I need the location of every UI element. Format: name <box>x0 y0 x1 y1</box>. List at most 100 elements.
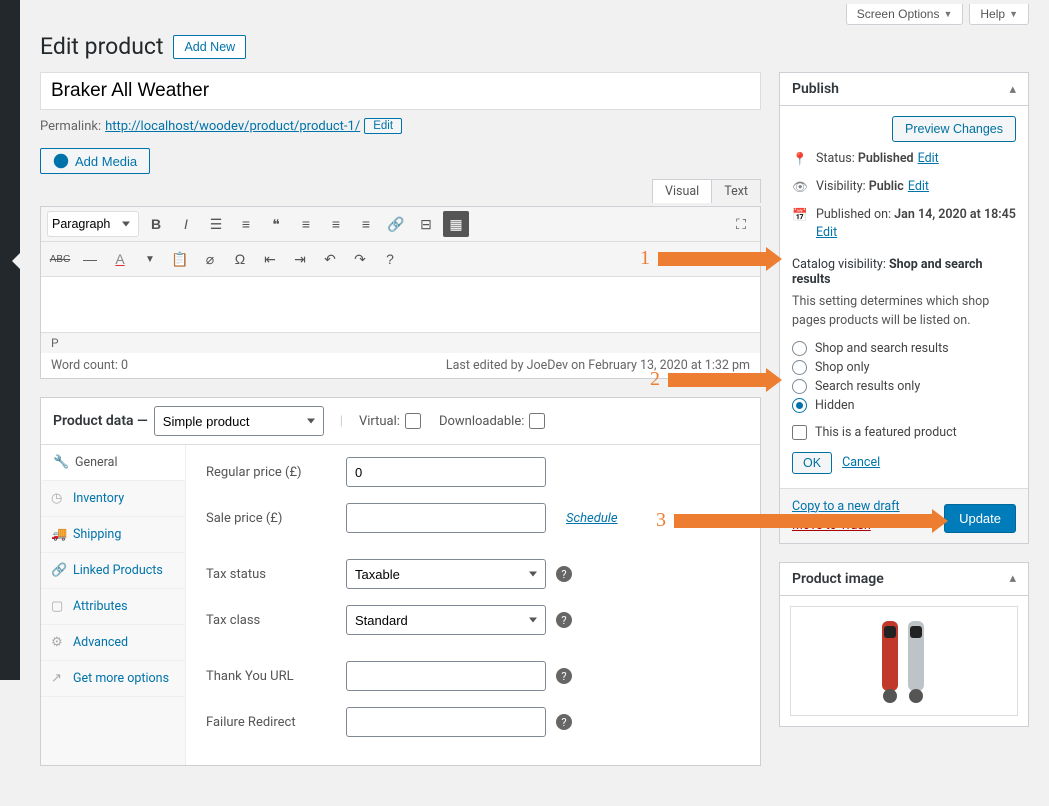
tax-status-select[interactable]: Taxable <box>346 559 546 589</box>
screen-options-button[interactable]: Screen Options ▼ <box>846 4 964 25</box>
tab-advanced[interactable]: ⚙Advanced <box>41 625 185 661</box>
permalink-link[interactable]: http://localhost/woodev/product/product-… <box>105 119 360 134</box>
sale-price-label: Sale price (£) <box>206 511 336 526</box>
permalink-label: Permalink: <box>40 119 101 134</box>
quote-icon[interactable]: ❝ <box>263 211 289 237</box>
product-data-heading: Product data — <box>53 413 148 429</box>
bold-icon[interactable]: B <box>143 211 169 237</box>
word-count: Word count: 0 <box>51 358 128 373</box>
edit-status-link[interactable]: Edit <box>918 151 939 166</box>
link-icon: 🔗 <box>51 563 65 578</box>
share-icon: ↗ <box>51 671 65 686</box>
cv-option-hidden[interactable]: Hidden <box>792 398 1016 413</box>
paste-icon[interactable]: 📋 <box>167 246 193 272</box>
downloadable-checkbox[interactable] <box>529 413 545 429</box>
toolbar-toggle-icon[interactable]: ▦ <box>443 211 469 237</box>
virtual-checkbox[interactable] <box>405 413 421 429</box>
align-right-icon[interactable]: ≡ <box>353 211 379 237</box>
help-icon[interactable]: ? <box>556 668 572 684</box>
ol-icon[interactable]: ≡ <box>233 211 259 237</box>
tab-general[interactable]: 🔧General <box>41 445 185 481</box>
undo-icon[interactable]: ↶ <box>317 246 343 272</box>
schedule-link[interactable]: Schedule <box>566 511 618 526</box>
outdent-icon[interactable]: ⇤ <box>257 246 283 272</box>
chevron-down-icon: ▼ <box>1009 9 1018 19</box>
gear-icon: ⚙ <box>51 635 65 650</box>
chevron-down-icon: ▼ <box>943 9 952 19</box>
italic-icon[interactable]: I <box>173 211 199 237</box>
tab-get-more[interactable]: ↗Get more options <box>41 661 185 697</box>
last-edited: Last edited by JoeDev on February 13, 20… <box>446 358 750 373</box>
page-title: Edit product <box>40 33 163 60</box>
tax-status-label: Tax status <box>206 567 336 582</box>
toggle-panel-icon[interactable]: ▴ <box>1009 571 1016 586</box>
link-icon[interactable]: 🔗 <box>383 211 409 237</box>
media-icon <box>53 153 69 169</box>
featured-checkbox-row[interactable]: This is a featured product <box>792 425 1016 440</box>
fullscreen-icon[interactable]: ⛶ <box>728 211 754 237</box>
editor-status-path: P <box>41 332 760 353</box>
ul-icon[interactable]: ☰ <box>203 211 229 237</box>
calendar-icon: 📅 <box>792 207 808 226</box>
catalog-cancel-link[interactable]: Cancel <box>842 455 880 470</box>
special-char-icon[interactable]: Ω <box>227 246 253 272</box>
hr-icon[interactable]: — <box>77 246 103 272</box>
toggle-panel-icon[interactable]: ▴ <box>1009 82 1016 97</box>
permalink-edit-button[interactable]: Edit <box>364 118 402 134</box>
paragraph-select[interactable]: Paragraph <box>47 211 139 237</box>
align-center-icon[interactable]: ≡ <box>323 211 349 237</box>
help-icon[interactable]: ? <box>556 566 572 582</box>
help-icon[interactable]: ? <box>556 612 572 628</box>
product-image-heading: Product image <box>792 571 884 587</box>
tab-attributes[interactable]: ▢Attributes <box>41 589 185 625</box>
editor-tab-text[interactable]: Text <box>711 179 761 203</box>
add-new-button[interactable]: Add New <box>173 35 246 59</box>
failure-redirect-input[interactable] <box>346 707 546 737</box>
tab-shipping[interactable]: 🚚Shipping <box>41 517 185 553</box>
product-image-thumbnail[interactable] <box>790 606 1018 716</box>
preview-changes-button[interactable]: Preview Changes <box>892 116 1016 142</box>
product-type-select[interactable]: Simple product <box>154 406 324 436</box>
redo-icon[interactable]: ↷ <box>347 246 373 272</box>
textcolor-icon[interactable]: A <box>107 246 133 272</box>
catalog-ok-button[interactable]: OK <box>792 452 832 474</box>
product-title-input[interactable] <box>40 72 761 110</box>
help-icon[interactable]: ? <box>556 714 572 730</box>
editor-content[interactable] <box>41 277 760 332</box>
tab-linked-products[interactable]: 🔗Linked Products <box>41 553 185 589</box>
copy-to-draft-link[interactable]: Copy to a new draft <box>792 499 900 514</box>
thankyou-input[interactable] <box>346 661 546 691</box>
textcolor-dropdown-icon[interactable]: ▼ <box>137 246 163 272</box>
help-button[interactable]: Help ▼ <box>969 4 1029 25</box>
pin-icon: 📍 <box>792 151 808 170</box>
update-button[interactable]: Update <box>944 504 1016 533</box>
readmore-icon[interactable]: ⊟ <box>413 211 439 237</box>
cv-option-search-only[interactable]: Search results only <box>792 379 1016 394</box>
move-to-trash-link[interactable]: Move to Trash <box>792 518 900 533</box>
add-media-button[interactable]: Add Media <box>40 148 150 174</box>
tax-class-label: Tax class <box>206 613 336 628</box>
edit-visibility-link[interactable]: Edit <box>908 179 929 194</box>
virtual-label: Virtual: <box>359 414 400 429</box>
edit-published-link[interactable]: Edit <box>816 225 837 240</box>
regular-price-input[interactable] <box>346 457 546 487</box>
cv-option-shop-only[interactable]: Shop only <box>792 360 1016 375</box>
downloadable-label: Downloadable: <box>439 414 524 429</box>
align-left-icon[interactable]: ≡ <box>293 211 319 237</box>
clear-icon[interactable]: ⌀ <box>197 246 223 272</box>
cv-option-shop-search[interactable]: Shop and search results <box>792 341 1016 356</box>
strikethrough-icon[interactable]: ABC <box>47 246 73 272</box>
help-icon[interactable]: ? <box>377 246 403 272</box>
tax-class-select[interactable]: Standard <box>346 605 546 635</box>
featured-checkbox[interactable] <box>792 425 807 440</box>
tab-inventory[interactable]: ◷Inventory <box>41 481 185 517</box>
wrench-icon: 🔧 <box>53 455 67 470</box>
eye-icon: 👁 <box>792 179 808 198</box>
editor-tab-visual[interactable]: Visual <box>652 179 712 203</box>
thankyou-label: Thank You URL <box>206 669 336 684</box>
indent-icon[interactable]: ⇥ <box>287 246 313 272</box>
sale-price-input[interactable] <box>346 503 546 533</box>
publish-heading: Publish <box>792 81 839 97</box>
catalog-visibility-desc: This setting determines which shop pages… <box>792 293 1016 331</box>
truck-icon: 🚚 <box>51 527 65 542</box>
